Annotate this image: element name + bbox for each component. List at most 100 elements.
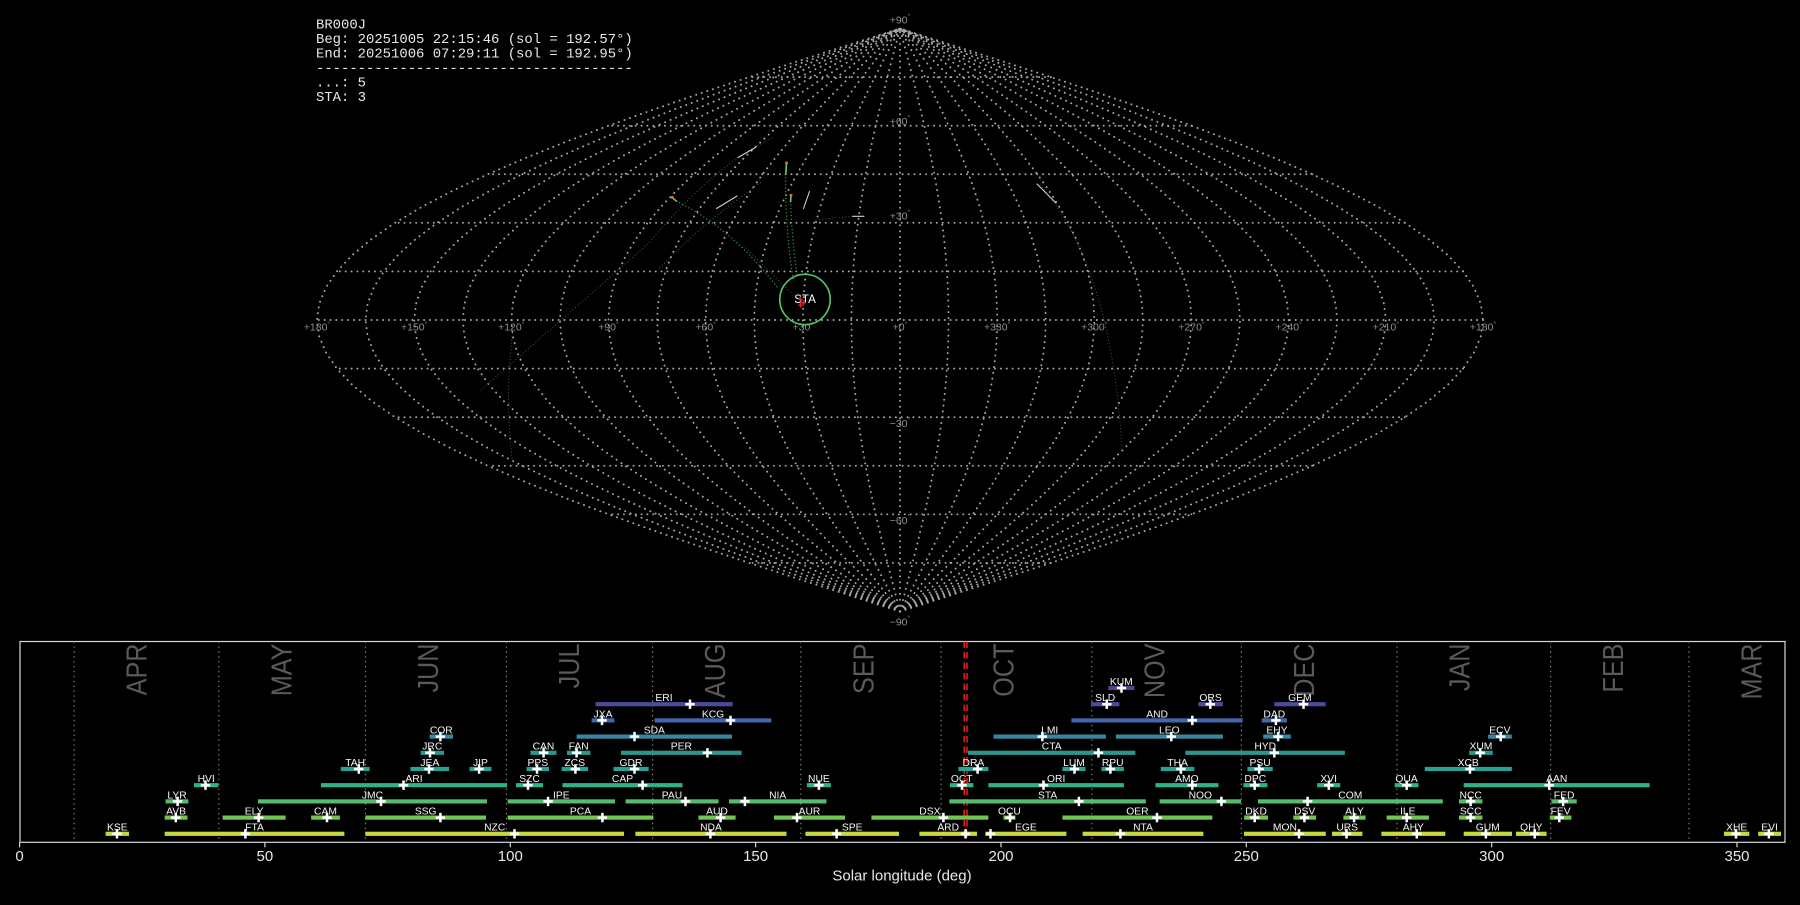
svg-text:ORS: ORS [1199, 693, 1221, 704]
svg-text:HYD: HYD [1254, 742, 1276, 753]
svg-text:+60°: +60° [890, 114, 911, 128]
svg-text:AUR: AUR [799, 807, 821, 818]
svg-text:ARI: ARI [405, 774, 422, 785]
svg-text:COM: COM [1338, 790, 1362, 801]
svg-text:KCG: KCG [702, 709, 724, 720]
svg-text:MAR: MAR [1735, 644, 1768, 700]
svg-text:+300°: +300° [1081, 321, 1108, 334]
svg-text:NOO: NOO [1189, 790, 1212, 801]
svg-text:URS: URS [1336, 823, 1358, 834]
svg-text:+210°: +210° [1373, 321, 1400, 334]
svg-text:+120°: +120° [498, 321, 525, 334]
svg-text:QUA: QUA [1395, 774, 1417, 785]
svg-text:JRC: JRC [422, 742, 443, 753]
svg-text:250: 250 [1234, 848, 1259, 865]
svg-text:LUM: LUM [1063, 758, 1085, 769]
svg-text:+60°: +60° [695, 321, 716, 334]
svg-text:−90°: −90° [890, 614, 911, 628]
svg-text:LYR: LYR [167, 790, 186, 801]
svg-text:DRA: DRA [963, 758, 985, 769]
svg-text:XUM: XUM [1469, 742, 1492, 753]
svg-text:CTA: CTA [1042, 742, 1062, 753]
svg-text:DPC: DPC [1244, 774, 1266, 785]
svg-text:SZC: SZC [519, 774, 540, 785]
svg-text:CAP: CAP [612, 774, 633, 785]
svg-text:SCC: SCC [1460, 807, 1482, 818]
svg-text:RPU: RPU [1102, 758, 1124, 769]
svg-text:PSU: PSU [1250, 758, 1271, 769]
svg-text:XHE: XHE [1726, 823, 1747, 834]
svg-text:THA: THA [1167, 758, 1188, 769]
svg-text:XVI: XVI [1320, 774, 1337, 785]
svg-text:NCC: NCC [1460, 790, 1483, 801]
svg-text:AHY: AHY [1403, 823, 1424, 834]
svg-text:TAH: TAH [345, 758, 365, 769]
svg-text:ORI: ORI [1047, 774, 1065, 785]
svg-text:200: 200 [988, 848, 1013, 865]
svg-text:ARD: ARD [937, 823, 959, 834]
svg-text:FEB: FEB [1596, 644, 1629, 693]
svg-text:DSX: DSX [919, 807, 940, 818]
svg-text:NOV: NOV [1138, 644, 1171, 699]
svg-text:STA: 3: STA: 3 [316, 90, 366, 106]
svg-text:DAD: DAD [1263, 709, 1285, 720]
svg-text:ALY: ALY [1345, 807, 1364, 818]
svg-text:MON: MON [1273, 823, 1297, 834]
svg-text:LEO: LEO [1159, 726, 1180, 737]
svg-text:STA: STA [794, 294, 816, 306]
svg-text:0: 0 [15, 848, 23, 865]
svg-text:SDA: SDA [644, 726, 665, 737]
svg-text:NZC: NZC [484, 823, 506, 834]
svg-text:100: 100 [498, 848, 523, 865]
svg-text:+90°: +90° [598, 321, 619, 334]
svg-text:FED: FED [1554, 790, 1575, 801]
svg-text:GDR: GDR [620, 758, 643, 769]
svg-text:ERI: ERI [655, 693, 672, 704]
svg-text:OER: OER [1126, 807, 1148, 818]
svg-text:FEV: FEV [1551, 807, 1571, 818]
svg-text:PAU: PAU [662, 790, 682, 801]
svg-text:ELY: ELY [245, 807, 264, 818]
svg-text:EGE: EGE [1015, 823, 1037, 834]
svg-text:AVB: AVB [166, 807, 186, 818]
svg-text:DSV: DSV [1294, 807, 1315, 818]
svg-text:350: 350 [1724, 848, 1749, 865]
svg-text:COR: COR [430, 726, 453, 737]
svg-text:50: 50 [257, 848, 274, 865]
svg-text:NDA: NDA [700, 823, 722, 834]
svg-text:JXA: JXA [594, 709, 613, 720]
svg-text:XCB: XCB [1458, 758, 1479, 769]
svg-text:+330°: +330° [984, 321, 1011, 334]
svg-text:SLD: SLD [1095, 693, 1115, 704]
svg-text:AUD: AUD [706, 807, 728, 818]
svg-text:AAN: AAN [1546, 774, 1567, 785]
svg-text:JAN: JAN [1443, 644, 1476, 692]
svg-text:PCA: PCA [570, 807, 591, 818]
svg-text:SPE: SPE [842, 823, 863, 834]
svg-text:300: 300 [1479, 848, 1504, 865]
svg-text:+90°: +90° [890, 12, 911, 26]
svg-text:−30°: −30° [890, 416, 911, 430]
svg-text:+180°: +180° [1470, 321, 1497, 334]
svg-text:NTA: NTA [1133, 823, 1153, 834]
svg-text:AND: AND [1146, 709, 1168, 720]
svg-text:DKD: DKD [1245, 807, 1267, 818]
svg-text:OCU: OCU [998, 807, 1021, 818]
svg-text:OCT: OCT [951, 774, 973, 785]
svg-text:150: 150 [743, 848, 768, 865]
svg-text:DEC: DEC [1287, 644, 1320, 697]
svg-text:EHY: EHY [1266, 726, 1287, 737]
svg-text:HVI: HVI [198, 774, 215, 785]
svg-text:JMC: JMC [362, 790, 384, 801]
svg-text:SEP: SEP [847, 644, 880, 694]
svg-text:STA: STA [1038, 790, 1057, 801]
svg-text:JUL: JUL [552, 644, 585, 689]
svg-text:FAN: FAN [569, 742, 589, 753]
svg-text:ZCS: ZCS [564, 758, 585, 769]
svg-text:LMI: LMI [1041, 726, 1058, 737]
svg-text:KUM: KUM [1110, 677, 1133, 688]
svg-text:+150°: +150° [401, 321, 428, 334]
svg-text:KSE: KSE [107, 823, 128, 834]
svg-text:BR000J: BR000J [316, 17, 366, 33]
svg-text:NUE: NUE [808, 774, 830, 785]
